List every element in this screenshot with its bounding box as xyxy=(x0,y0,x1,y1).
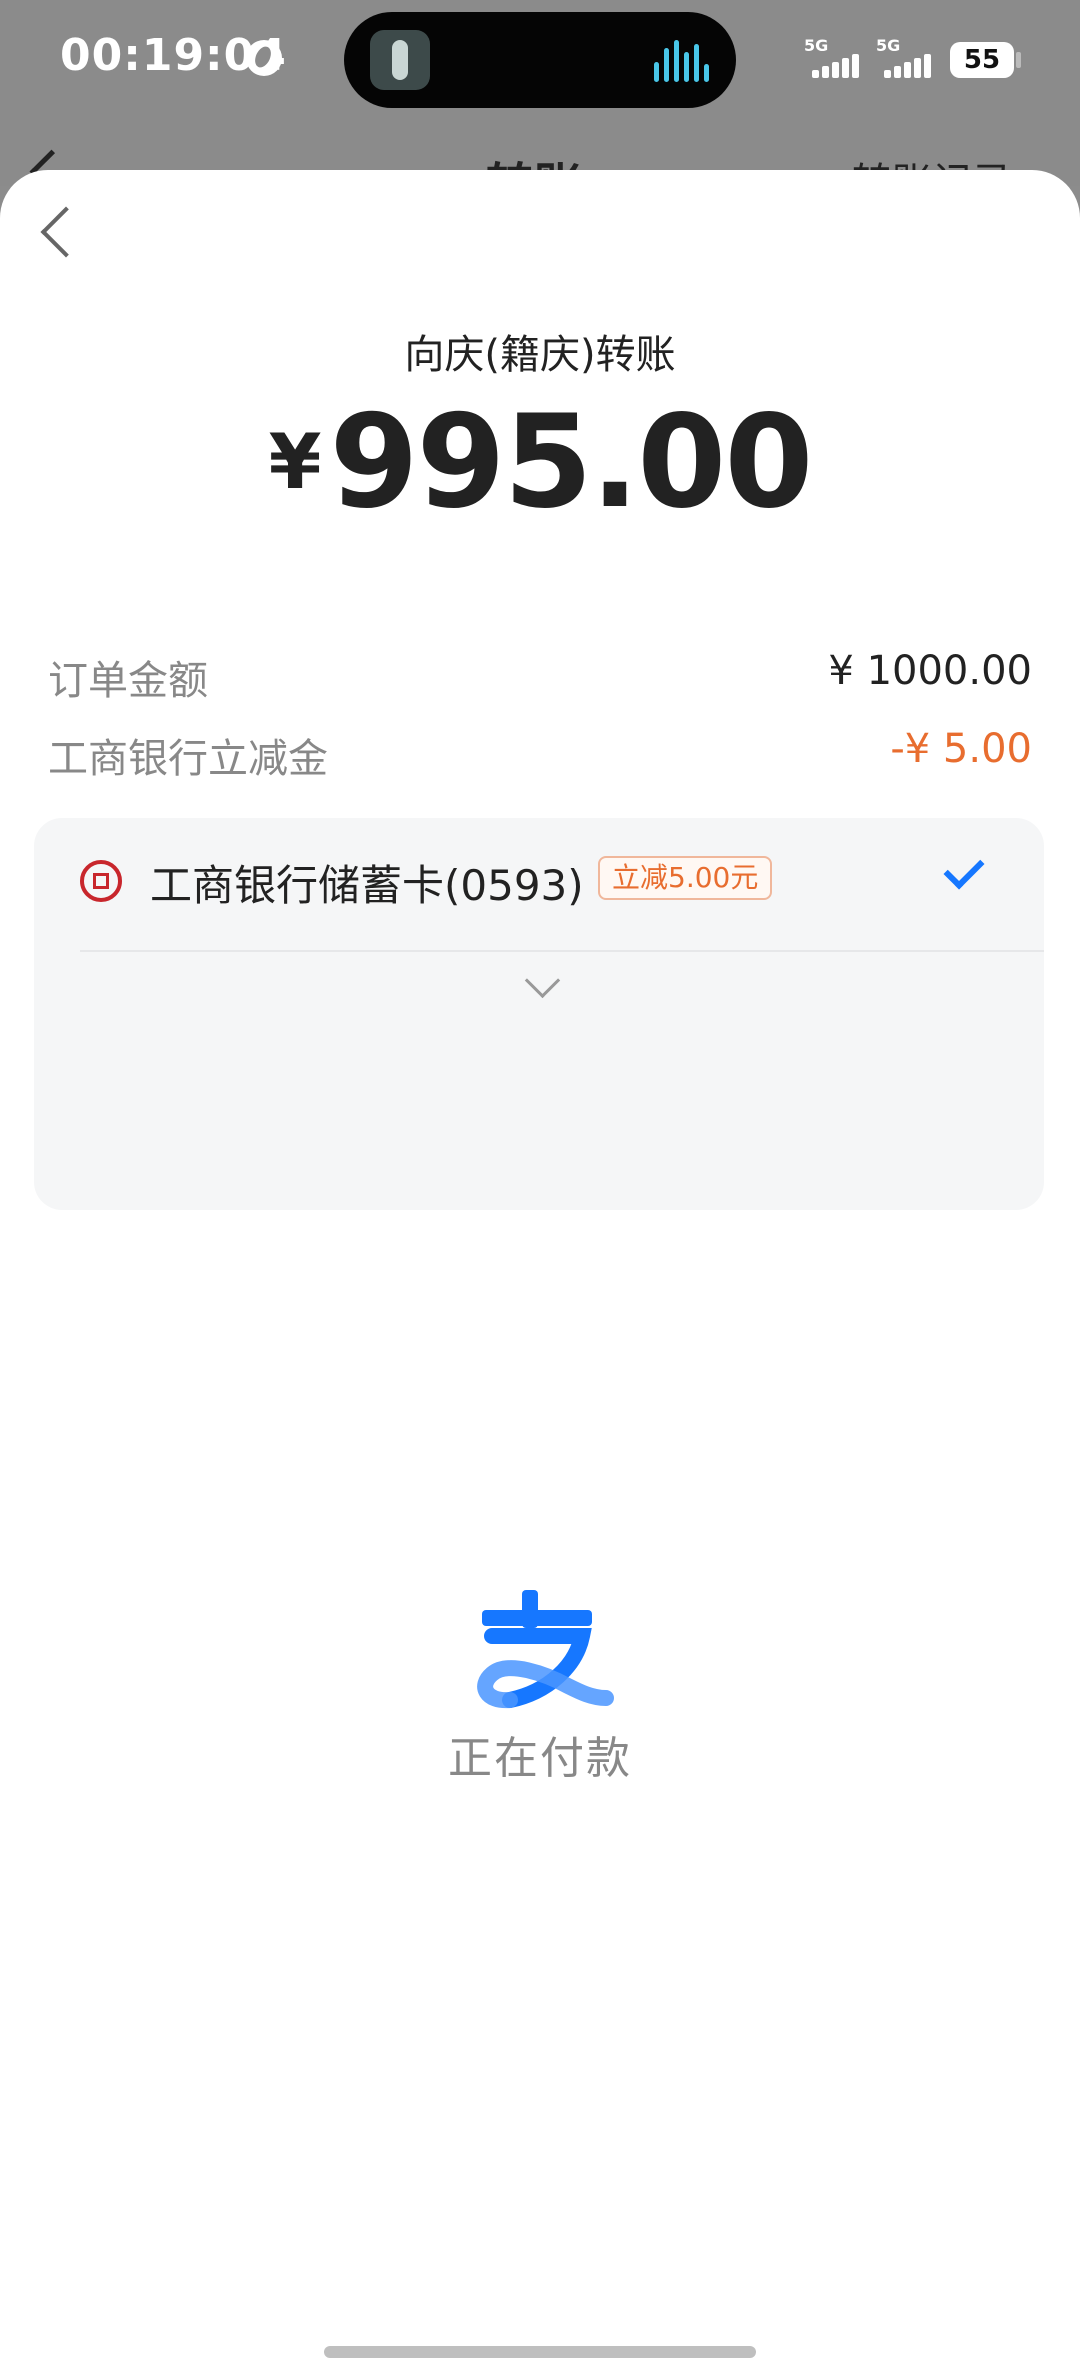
discount-label: 工商银行立减金 xyxy=(48,736,328,782)
globe-icon xyxy=(246,40,282,76)
chevron-down-icon[interactable] xyxy=(524,962,561,999)
media-thumbnail xyxy=(370,30,430,90)
home-indicator[interactable] xyxy=(324,2346,756,2358)
paying-status: 正在付款 xyxy=(448,1733,632,1784)
alipay-logo-icon xyxy=(477,1590,614,1709)
card-name: 工商银行储蓄卡(0593) xyxy=(150,861,584,910)
payment-method-card[interactable]: 工商银行储蓄卡(0593) 立减5.00元 xyxy=(34,818,1044,1210)
battery-level: 55 xyxy=(963,45,1001,75)
card-divider xyxy=(80,950,1044,952)
order-amount-row: 订单金额 ¥ 1000.00 xyxy=(48,648,1032,704)
battery-tip xyxy=(1016,52,1021,68)
payment-sheet: 向庆(籍庆)转账 ¥995.00 订单金额 ¥ 1000.00 工商银行立减金 … xyxy=(0,170,1080,2376)
currency-symbol: ¥ xyxy=(268,417,322,506)
status-bar: 00:19:04 5G 5G 55 xyxy=(0,0,1080,116)
order-amount-value: ¥ 1000.00 xyxy=(828,648,1032,694)
payment-amount: ¥995.00 xyxy=(0,388,1080,537)
promo-badge: 立减5.00元 xyxy=(598,856,773,900)
amount-value: 995.00 xyxy=(329,388,813,537)
signal-icon-2: 5G xyxy=(876,36,942,80)
audio-wave-icon xyxy=(654,40,714,82)
dynamic-island[interactable] xyxy=(344,12,736,108)
battery-icon: 55 xyxy=(950,42,1014,78)
signal-icon-1: 5G xyxy=(804,36,870,80)
checkmark-icon xyxy=(943,848,985,890)
discount-row: 工商银行立减金 -¥ 5.00 xyxy=(48,726,1032,782)
discount-value: -¥ 5.00 xyxy=(890,726,1032,772)
order-amount-label: 订单金额 xyxy=(48,658,208,704)
back-chevron-icon[interactable] xyxy=(40,206,92,258)
icbc-logo-icon xyxy=(80,860,122,902)
payee-title: 向庆(籍庆)转账 xyxy=(404,332,676,378)
